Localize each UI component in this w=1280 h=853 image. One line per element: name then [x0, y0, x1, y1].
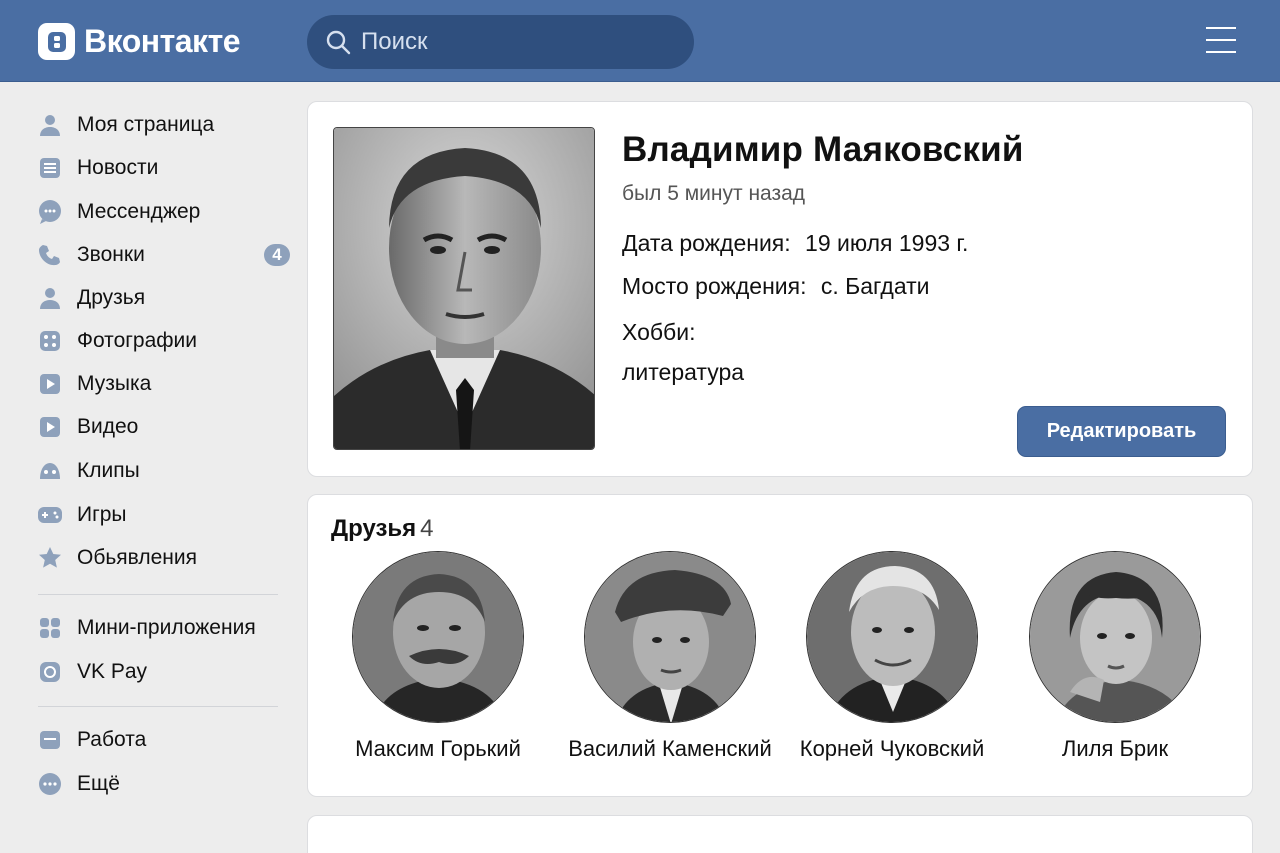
friends-header[interactable]: Друзья 4	[331, 515, 434, 543]
sidebar-item-work[interactable]: Работа	[36, 722, 296, 758]
user-icon	[36, 111, 64, 139]
sidebar-item-label: Мини-приложения	[77, 616, 256, 639]
sidebar-item-label: Музыка	[77, 372, 152, 395]
sidebar-item-ads[interactable]: Обьявления	[36, 540, 296, 576]
music-icon	[36, 370, 64, 398]
birth-date-label: Дата рождения:	[622, 230, 791, 256]
friends-icon	[36, 284, 64, 312]
hobby-label: Хобби:	[622, 319, 696, 345]
sidebar-item-label: Фотографии	[77, 329, 198, 352]
sidebar-item-music[interactable]: Музыка	[36, 366, 296, 402]
vk-logo-icon	[38, 23, 75, 60]
news-icon	[36, 154, 64, 182]
birth-place-label: Мосто рождения:	[622, 273, 807, 299]
sidebar-item-label: Обьявления	[77, 546, 197, 569]
online-status: был 5 минут назад	[622, 182, 806, 205]
sidebar-divider	[38, 706, 278, 707]
sidebar-item-label: Клипы	[77, 459, 140, 482]
photos-icon	[36, 327, 64, 355]
friends-title: Друзья	[331, 515, 417, 542]
sidebar-item-label: Моя страница	[77, 113, 215, 136]
friend-name[interactable]: Василий Каменский	[555, 736, 785, 762]
apps-icon	[36, 614, 64, 642]
sidebar-item-label: Работа	[77, 728, 147, 751]
logo-text: Вконтакте	[84, 23, 241, 59]
sidebar-item-label: Ещё	[77, 772, 120, 795]
friends-card: Друзья 4 Максим Горький Василий Каменски…	[307, 494, 1253, 797]
friend-item[interactable]: Лиля Брик	[1000, 551, 1230, 762]
friends-count: 4	[420, 515, 434, 542]
sidebar-item-calls[interactable]: Звонки 4	[36, 237, 296, 273]
games-icon	[36, 501, 64, 529]
vkpay-icon	[36, 658, 64, 686]
sidebar-item-photos[interactable]: Фотографии	[36, 323, 296, 359]
birth-date-value: 19 июля 1993 г.	[805, 230, 969, 256]
sidebar-item-label: Мессенджер	[77, 200, 201, 223]
sidebar-item-games[interactable]: Игры	[36, 497, 296, 533]
sidebar-item-label: Видео	[77, 415, 139, 438]
friend-item[interactable]: Максим Горький	[323, 551, 553, 762]
sidebar-item-video[interactable]: Видео	[36, 409, 296, 445]
sidebar-item-label: VK Pay	[77, 660, 148, 683]
profile-card: Владимир Маяковский был 5 минут назад Да…	[307, 101, 1253, 477]
sidebar-item-label: Друзья	[77, 286, 146, 309]
sidebar-item-mini-apps[interactable]: Мини-приложения	[36, 610, 296, 646]
search-icon	[326, 30, 351, 55]
phone-icon	[36, 241, 64, 269]
video-icon	[36, 413, 64, 441]
star-icon	[36, 544, 64, 572]
calls-count-badge: 4	[264, 244, 290, 266]
sidebar-item-clips[interactable]: Клипы	[36, 453, 296, 489]
vk-logo[interactable]: Вконтакте	[38, 23, 241, 60]
sidebar-item-friends[interactable]: Друзья	[36, 280, 296, 316]
sidebar-item-label: Звонки	[77, 243, 145, 266]
next-section-card	[307, 815, 1253, 853]
friend-avatar[interactable]	[352, 551, 524, 723]
clips-icon	[36, 457, 64, 485]
friend-item[interactable]: Василий Каменский	[555, 551, 785, 762]
sidebar-item-more[interactable]: Ещё	[36, 766, 296, 802]
menu-icon[interactable]	[1206, 27, 1236, 55]
friend-name[interactable]: Лиля Брик	[1000, 736, 1230, 762]
search-input[interactable]	[361, 28, 661, 56]
sidebar-item-my-page[interactable]: Моя страница	[36, 107, 296, 143]
sidebar-item-label: Новости	[77, 156, 159, 179]
hobby-value: литература	[622, 359, 745, 385]
sidebar-divider	[38, 594, 278, 595]
profile-avatar[interactable]	[333, 127, 595, 450]
birth-place-value: с. Багдати	[820, 273, 930, 299]
sidebar-item-vk-pay[interactable]: VK Pay	[36, 654, 296, 690]
sidebar-item-messenger[interactable]: Мессенджер	[36, 194, 296, 230]
sidebar-item-news[interactable]: Новости	[36, 150, 296, 186]
friend-avatar[interactable]	[584, 551, 756, 723]
friend-item[interactable]: Корней Чуковский	[777, 551, 1007, 762]
friend-avatar[interactable]	[806, 551, 978, 723]
birth-place-row: Мосто рождения: с. Багдати	[622, 273, 930, 300]
sidebar-item-label: Игры	[77, 503, 127, 526]
more-icon	[36, 770, 64, 798]
search-bar[interactable]	[307, 15, 694, 69]
friend-name[interactable]: Корней Чуковский	[777, 736, 1007, 762]
edit-profile-button[interactable]: Редактировать	[1017, 406, 1226, 457]
friend-name[interactable]: Максим Горький	[323, 736, 553, 762]
profile-name: Владимир Маяковский	[622, 130, 1024, 169]
friend-avatar[interactable]	[1029, 551, 1201, 723]
birth-date-row: Дата рождения: 19 июля 1993 г.	[622, 230, 968, 257]
chat-icon	[36, 198, 64, 226]
work-icon	[36, 726, 64, 754]
top-header: Вконтакте	[0, 0, 1280, 82]
